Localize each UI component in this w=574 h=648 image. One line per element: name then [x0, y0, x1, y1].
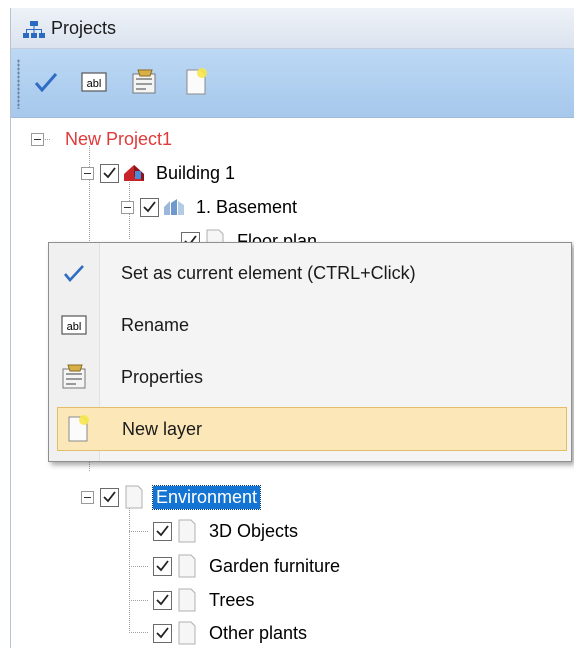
new-layer-icon [186, 68, 207, 95]
tree-line [129, 600, 149, 601]
tree-line [129, 531, 149, 532]
layer-checkbox[interactable] [153, 521, 172, 541]
environment-checkbox[interactable] [100, 487, 119, 507]
properties-icon [62, 364, 86, 389]
layer-label: Trees [209, 589, 255, 610]
toolbar: abl [11, 49, 574, 118]
layer-page-icon [178, 554, 196, 578]
layer-page-icon [178, 621, 196, 645]
tree-node-env-child[interactable]: 3D Objects [153, 516, 301, 546]
properties-icon [132, 69, 156, 94]
menu-item-new-layer[interactable]: New layer [57, 407, 567, 451]
menu-item-set-current[interactable]: Set as current element (CTRL+Click) [51, 251, 567, 295]
tree-line [129, 506, 130, 632]
building-checkbox[interactable] [100, 163, 119, 183]
layer-label: 3D Objects [209, 520, 299, 541]
environment-label: Environment [151, 484, 262, 510]
rename-button[interactable]: abl [77, 65, 111, 99]
rename-abl-icon: abl [81, 72, 107, 92]
svg-text:abl: abl [67, 321, 82, 333]
tree-line [129, 632, 149, 633]
menu-item-label: Set as current element (CTRL+Click) [121, 262, 416, 283]
building-label: Building 1 [156, 162, 236, 183]
set-current-button[interactable] [29, 65, 63, 99]
basement-label: 1. Basement [196, 196, 298, 217]
menu-item-rename[interactable]: abl Rename [51, 303, 567, 347]
basement-checkbox[interactable] [140, 197, 159, 217]
collapse-toggle[interactable] [121, 200, 134, 214]
svg-text:abl: abl [87, 78, 102, 90]
checkmark-icon [64, 265, 84, 282]
new-layer-icon [68, 415, 89, 442]
menu-item-label: Properties [121, 366, 204, 387]
layer-page-icon [178, 519, 196, 543]
menu-item-label: New layer [122, 418, 203, 439]
layer-page-icon [178, 588, 196, 612]
panel-titlebar: Projects [11, 8, 574, 49]
project-label: New Project1 [65, 128, 173, 149]
layer-label: Garden furniture [209, 555, 341, 576]
tree-line [129, 566, 149, 567]
panel-title: Projects [51, 18, 117, 38]
collapse-toggle[interactable] [81, 490, 94, 504]
layer-page-icon [125, 485, 143, 509]
tree-node-project[interactable]: New Project1 [31, 124, 175, 154]
tree-node-env-child[interactable]: Other plants [153, 618, 310, 648]
properties-button[interactable] [127, 65, 161, 99]
menu-item-properties[interactable]: Properties [51, 355, 567, 399]
building-icon [124, 165, 144, 181]
layer-checkbox[interactable] [153, 556, 172, 576]
tree-node-basement[interactable]: 1. Basement [121, 192, 300, 222]
rename-abl-icon: abl [61, 315, 87, 335]
toolbar-grip[interactable] [17, 59, 20, 109]
collapse-toggle[interactable] [31, 132, 44, 146]
context-menu: Set as current element (CTRL+Click) abl … [48, 242, 572, 462]
new-layer-button[interactable] [179, 65, 213, 99]
tree-node-environment[interactable]: Environment [81, 482, 262, 512]
layer-label: Other plants [209, 622, 308, 643]
checkmark-icon [34, 73, 58, 93]
layer-checkbox[interactable] [153, 623, 172, 643]
tree-node-env-child[interactable]: Garden furniture [153, 551, 343, 581]
floor-level-icon [164, 199, 184, 215]
tree-node-env-child[interactable]: Trees [153, 585, 257, 615]
tree-node-building[interactable]: Building 1 [81, 158, 238, 188]
collapse-toggle[interactable] [81, 166, 94, 180]
project-tree-icon [23, 21, 45, 38]
menu-item-label: Rename [121, 314, 190, 335]
layer-checkbox[interactable] [153, 590, 172, 610]
